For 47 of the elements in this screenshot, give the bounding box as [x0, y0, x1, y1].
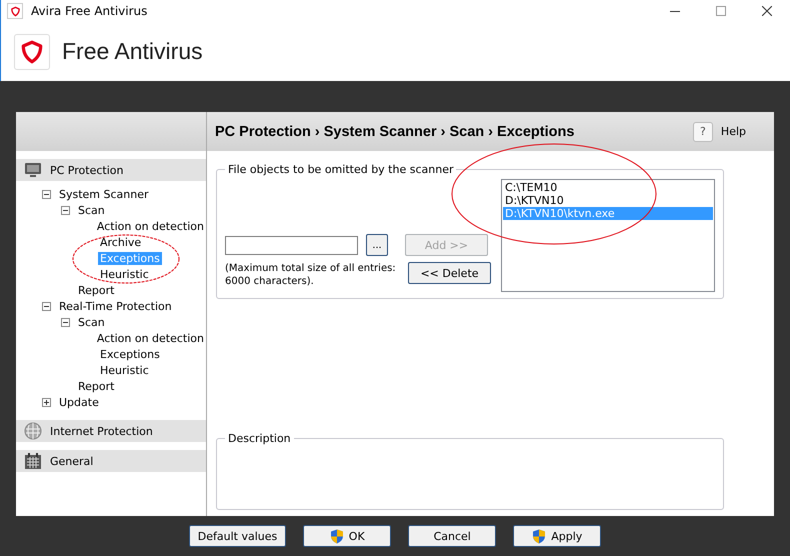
app-logo-icon — [7, 3, 23, 19]
collapse-icon[interactable] — [61, 318, 70, 326]
window-title: Avira Free Antivirus — [31, 4, 148, 18]
monitor-icon — [24, 162, 42, 178]
tree-item[interactable]: Archive — [98, 236, 144, 248]
tree-item[interactable]: Exceptions — [98, 348, 162, 360]
expand-icon[interactable] — [42, 398, 51, 406]
tree-item[interactable]: Heuristic — [98, 364, 151, 376]
dialog-button[interactable]: OK — [303, 525, 392, 547]
collapse-icon[interactable] — [61, 206, 70, 214]
tree-item[interactable]: Heuristic — [98, 268, 151, 280]
sidebar-section[interactable]: PC Protection — [16, 159, 206, 181]
group-title: Description — [227, 432, 292, 445]
help-link[interactable]: Help — [720, 125, 746, 138]
shield-icon — [330, 528, 344, 544]
tree-item[interactable]: Scan — [76, 316, 107, 328]
tree-item[interactable]: Report — [76, 380, 116, 392]
sidebar-section[interactable]: General — [16, 450, 206, 472]
app-logo-icon — [14, 34, 50, 70]
breadcrumb: PC Protection › System Scanner › Scan › Exceptions — [215, 124, 576, 140]
tree-item[interactable]: Action on detection — [94, 332, 206, 344]
close-icon[interactable] — [762, 6, 772, 16]
tree-item[interactable]: Action on detection — [94, 220, 206, 232]
group-title: File objects to be omitted by the scanner — [227, 163, 454, 176]
calendar-icon — [24, 452, 42, 470]
list-item[interactable]: D:\KTVN10 — [503, 194, 713, 207]
shield-icon — [532, 528, 546, 544]
size-note: (Maximum total size of all entries: 6000 characters). — [225, 262, 397, 288]
app-title: Free Antivirus — [62, 38, 203, 65]
dialog-button[interactable]: Apply — [513, 525, 602, 547]
dialog-button[interactable]: Cancel — [408, 525, 496, 547]
collapse-icon[interactable] — [42, 190, 51, 198]
collapse-icon[interactable] — [42, 302, 51, 310]
help-button[interactable]: ? — [692, 122, 713, 142]
dialog-button[interactable]: Default values — [188, 525, 286, 547]
browse-button[interactable]: ... — [366, 234, 388, 256]
tree-item[interactable]: Scan — [76, 204, 107, 216]
tree-item[interactable]: Real-Time Protection — [57, 300, 174, 312]
path-input-field[interactable] — [225, 236, 358, 254]
sidebar-section[interactable]: Internet Protection — [16, 420, 206, 442]
tree-item[interactable]: System Scanner — [57, 188, 151, 200]
tree-item[interactable]: Update — [57, 396, 101, 408]
delete-button[interactable]: << Delete — [408, 262, 491, 284]
tree-item[interactable]: Report — [76, 284, 116, 296]
globe-icon — [24, 422, 42, 440]
list-item[interactable]: C:\TEM10 — [503, 181, 713, 194]
maximize-icon[interactable] — [716, 6, 726, 16]
